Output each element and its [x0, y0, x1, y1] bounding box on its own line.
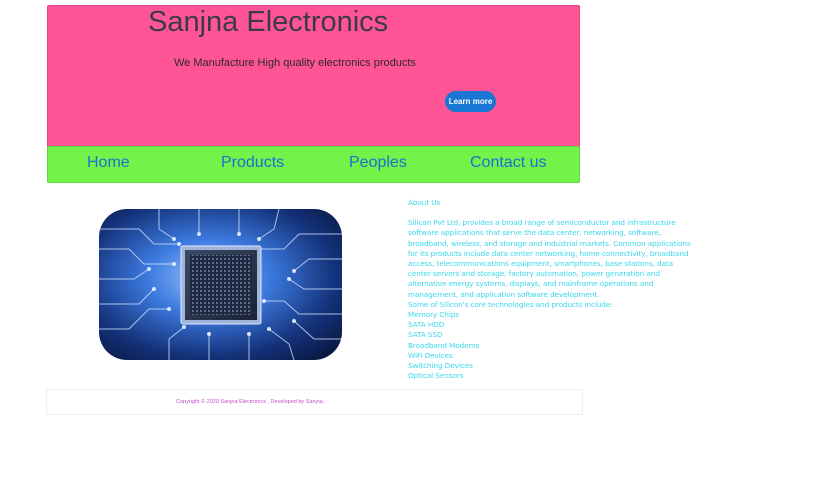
about-section: About Us Silicon Pvt Ltd, provides a bro… [408, 198, 694, 381]
product-item: WiFi Devices [408, 350, 453, 360]
circuit-chip-illustration [99, 209, 342, 360]
products-intro: Some of Silicon's core technologies and … [408, 299, 613, 309]
hero-tagline: We Manufacture High quality electronics … [174, 57, 416, 69]
page-title: Sanjna Electronics [148, 6, 389, 38]
learn-more-button[interactable]: Learn more [445, 91, 496, 112]
product-item: Memory Chips [408, 310, 459, 320]
product-item: SATA SSD [408, 330, 443, 340]
product-item: Switching Devices [408, 361, 473, 371]
about-heading: About Us [408, 198, 441, 207]
hero-banner: Sanjna Electronics We Manufacture High q… [47, 5, 580, 148]
products-list: Memory Chips SATA HDD SATA SSD Broadband… [408, 310, 694, 381]
nav-link-home[interactable]: Home [87, 154, 130, 172]
footer: Copyright © 2020 Sanjna Electronics , De… [46, 389, 583, 415]
product-item: Optical Sensors [408, 371, 464, 381]
nav-bar: Home Products Peoples Contact us [47, 146, 580, 183]
copyright-text: Copyright © 2020 Sanjna Electronics , De… [176, 399, 325, 405]
product-item: Broadband Modems [408, 340, 480, 350]
circuit-chip-image [99, 209, 342, 360]
nav-link-contact-us[interactable]: Contact us [470, 154, 546, 172]
product-item: SATA HDD [408, 320, 445, 330]
nav-link-peoples[interactable]: Peoples [349, 154, 407, 172]
about-description: Silicon Pvt Ltd, provides a broad range … [408, 218, 691, 299]
nav-link-products[interactable]: Products [221, 154, 284, 172]
